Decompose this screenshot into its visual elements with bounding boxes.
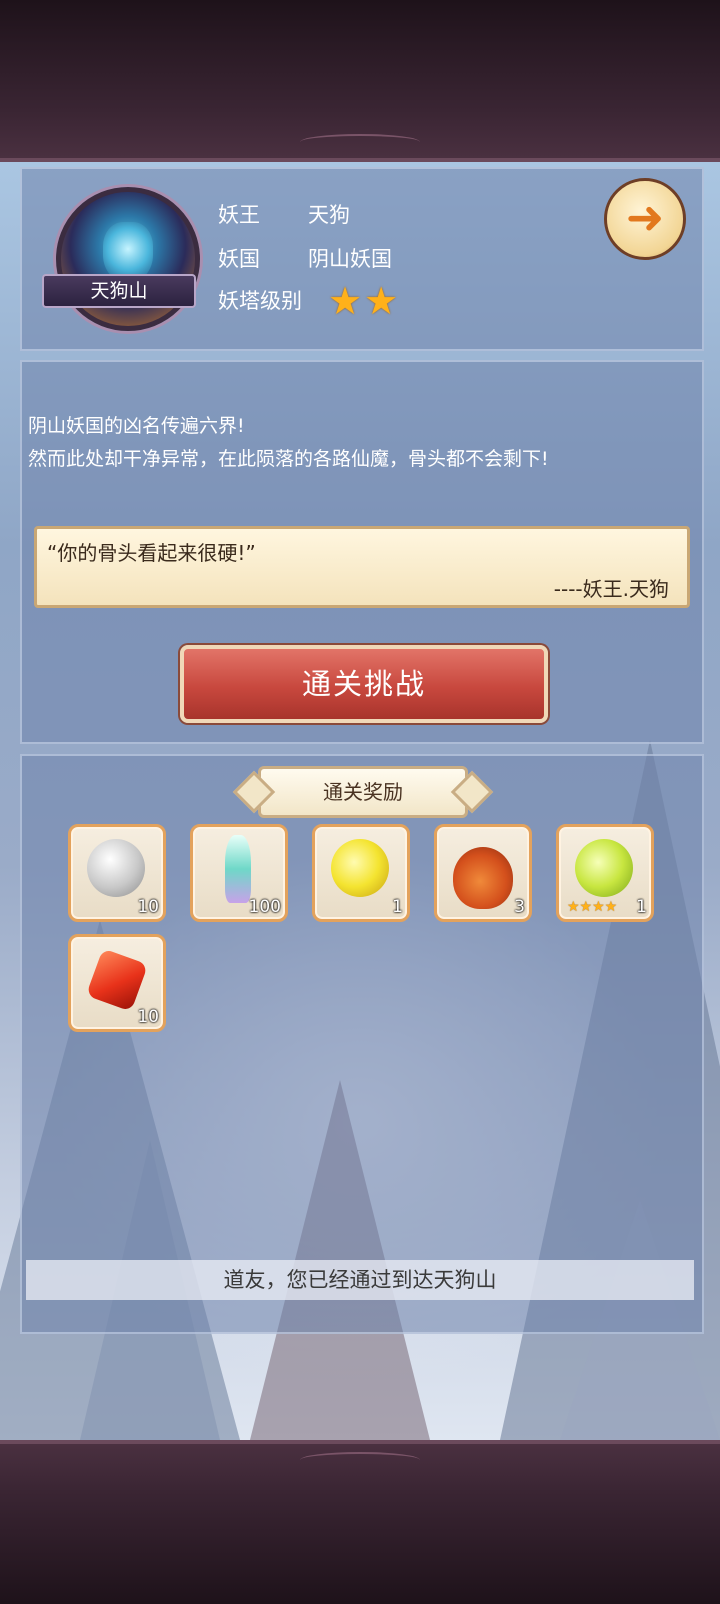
kingdom-value: 阴山妖国: [308, 247, 392, 271]
status-message: 道友，您已经通过到达天狗山: [26, 1260, 694, 1300]
crystal-sword-icon: [225, 835, 251, 903]
quote-text: “你的骨头看起来很硬!”: [47, 541, 256, 565]
reward-count: 1: [392, 897, 403, 917]
demon-face-icon: [103, 222, 153, 282]
top-frame: [0, 0, 720, 162]
boss-name-value: 天狗: [308, 203, 350, 227]
reward-item[interactable]: 1: [312, 824, 410, 922]
rewards-title-text: 通关奖励: [323, 780, 403, 804]
rewards-title: 通关奖励: [232, 766, 494, 818]
challenge-button[interactable]: 通关挑战: [180, 645, 548, 723]
description-text: 阴山妖国的凶名传遍六界! 然而此处却干净异常，在此陨落的各路仙魔，骨头都不会剩下…: [28, 410, 698, 476]
description-line: 阴山妖国的凶名传遍六界!: [28, 415, 245, 437]
quote-author: ----妖王.天狗: [553, 577, 669, 601]
kingdom-key: 妖国: [218, 247, 260, 271]
reward-count: 1: [636, 897, 647, 917]
reward-count: 10: [137, 897, 159, 917]
reward-count: 10: [137, 1007, 159, 1027]
reward-item[interactable]: ★★★★ 1: [556, 824, 654, 922]
boss-name-row: 妖王 天狗: [218, 199, 350, 229]
golden-orb-icon: [331, 839, 389, 897]
bottom-frame: [0, 1440, 720, 1604]
green-spirit-orb-icon: [575, 839, 633, 897]
back-button[interactable]: ➜: [604, 178, 686, 260]
description-line: 然而此处却干净异常，在此陨落的各路仙魔，骨头都不会剩下!: [28, 448, 549, 470]
tower-level-row: 妖塔级别 ★★: [218, 282, 400, 320]
gourd-icon: [453, 847, 513, 909]
frame-ornament: [300, 134, 420, 150]
reward-item[interactable]: 3: [434, 824, 532, 922]
frame-ornament: [300, 1452, 420, 1468]
silver-orb-icon: [87, 839, 145, 897]
reward-count: 3: [514, 897, 525, 917]
star-icon: ★: [328, 279, 363, 323]
back-arrow-icon: ➜: [625, 190, 665, 244]
boss-name-key: 妖王: [218, 203, 260, 227]
reward-item[interactable]: 10: [68, 934, 166, 1032]
kingdom-row: 妖国 阴山妖国: [218, 243, 392, 273]
location-label: 天狗山: [42, 274, 196, 308]
reward-item[interactable]: 100: [190, 824, 288, 922]
reward-item[interactable]: 10: [68, 824, 166, 922]
reward-count: 100: [248, 897, 281, 917]
rarity-stars-icon: ★★★★: [567, 899, 618, 915]
tower-level-key: 妖塔级别: [218, 289, 302, 313]
star-icon: ★: [364, 279, 399, 323]
boss-avatar: [56, 187, 200, 331]
red-crystal-icon: [85, 948, 149, 1012]
quote-box: “你的骨头看起来很硬!” ----妖王.天狗: [34, 526, 690, 608]
